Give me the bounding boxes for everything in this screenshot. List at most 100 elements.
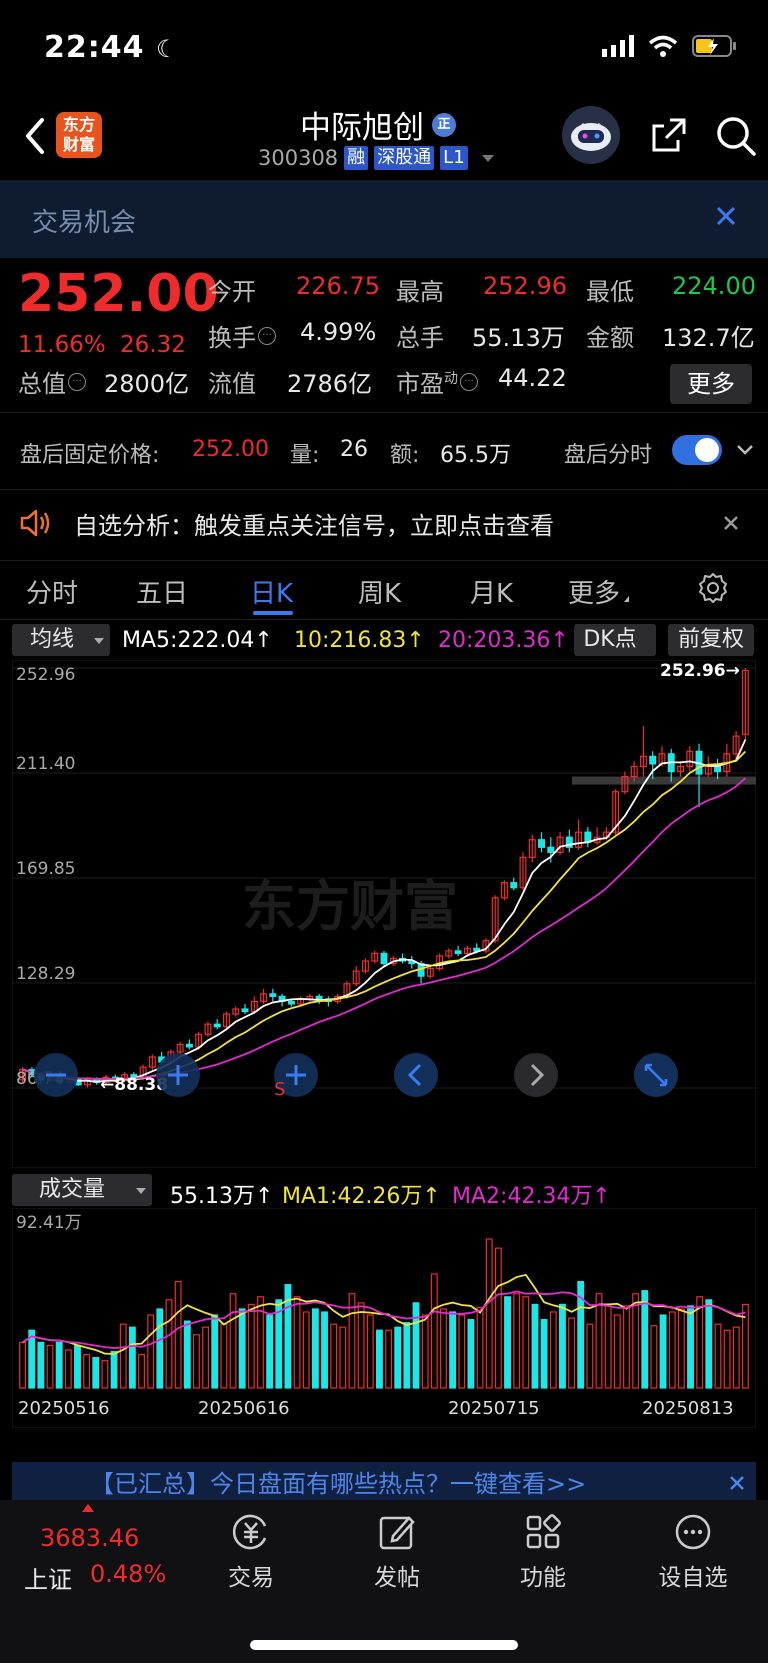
tab-monthly-k[interactable]: 月K [470,573,513,610]
share-icon[interactable] [648,114,690,156]
battery-icon [692,35,736,57]
chevron-down-icon[interactable] [736,441,754,459]
float-value: 2786亿 [287,370,373,398]
adjust-selector[interactable]: 前复权 [668,624,754,656]
after-hours-toggle[interactable] [672,435,722,465]
volume-bar [677,1308,685,1389]
after-hours-price: 252.00 [192,437,269,462]
volume-bar [165,1299,173,1389]
turnover-label[interactable]: 换手 ··· [208,318,276,353]
volume-bar [714,1323,722,1389]
search-icon[interactable] [714,114,758,158]
candle-body [241,1008,249,1013]
tab-more[interactable]: 更多 [568,573,630,610]
functions-button[interactable]: 功能 [498,1512,588,1592]
tag-connect: 深股通 [374,146,435,170]
info-icon[interactable]: ··· [68,373,86,391]
chevron-down-icon [481,154,494,162]
volume-bar [458,1314,466,1389]
volume-bar [138,1353,145,1389]
after-hours-amt: 65.5万 [440,443,511,468]
watermark-text: 东方财富 [242,875,458,938]
bottom-bar: 3683.46 上证 0.48% 交易 发帖 功能 设自选 [0,1500,768,1663]
volume-selector[interactable]: 成交量 [12,1174,152,1206]
volume-bar [467,1318,475,1389]
volume-bar [513,1293,521,1389]
mcap-label[interactable]: 总值 ··· [18,364,86,399]
period-tabs: 分时 五日 日K 周K 月K 更多 [0,560,768,620]
scroll-right-button[interactable] [514,1053,558,1097]
volume-bar [476,1306,484,1389]
volume-bar [449,1311,457,1389]
dropdown-icon [94,638,104,644]
candle-body [547,846,555,853]
app-logo[interactable]: 东方 财富 [56,112,102,158]
volume-bar [211,1314,219,1389]
gear-icon[interactable] [696,571,730,605]
tab-timeshare[interactable]: 分时 [26,573,78,610]
zoom-out-button[interactable] [34,1053,78,1097]
analysis-notice[interactable]: 自选分析：触发重点关注信号，立即点击查看 [0,490,768,560]
info-icon[interactable]: ··· [258,327,276,345]
volume-bar [394,1326,402,1389]
stock-title[interactable]: 中际旭创 正 [300,102,456,147]
robot-assistant-icon[interactable] [562,106,620,164]
close-icon[interactable] [720,512,742,534]
volume-bar [494,1247,502,1389]
zoom-in-button[interactable] [156,1053,200,1097]
index-pct: 0.48% [90,1560,167,1588]
active-tab-indicator [253,611,293,615]
trade-opportunity-bar[interactable]: 交易机会 [0,180,768,258]
volume-bar [101,1360,109,1389]
dropdown-icon [624,596,630,602]
kline-chart[interactable]: 东方财富 252.96211.40169.85128.2986.74 252.9… [12,660,756,1168]
after-hours-vol: 26 [340,437,368,462]
after-hours-row: 盘后固定价格: 252.00 量: 26 额: 65.5万 盘后分时 [0,412,768,490]
volume-bar [595,1293,603,1389]
tab-daily-k[interactable]: 日K [250,573,293,610]
close-icon[interactable] [728,1474,746,1492]
more-button[interactable]: 更多 [670,364,752,404]
news-banner[interactable]: 【已汇总】今日盘面有哪些热点？一键查看>> [12,1462,756,1502]
candle-body [538,839,545,848]
back-icon[interactable] [18,112,54,160]
news-banner-text: 【已汇总】今日盘面有哪些热点？一键查看>> [90,1470,587,1498]
info-icon[interactable]: ··· [460,373,478,391]
trade-button[interactable]: 交易 [206,1512,296,1592]
after-hours-amt-label: 额: [390,443,420,468]
open-label: 今开 [208,278,256,306]
volume-bar [64,1349,72,1389]
ma-selector[interactable]: 均线 [12,624,110,656]
low-value: 224.00 [672,272,756,300]
tab-five-day[interactable]: 五日 [136,573,188,610]
amount-value: 132.7亿 [662,324,755,352]
add-watchlist-button[interactable]: 设自选 [648,1512,738,1592]
turnover-value: 4.99% [300,318,377,346]
volume-bar [330,1323,338,1389]
volume-chart[interactable]: 92.41万 20250516 20250616 20250715 20250813 [12,1208,756,1428]
post-button[interactable]: 发帖 [352,1512,442,1592]
volume-bar [128,1326,136,1389]
fullscreen-button[interactable] [634,1053,678,1097]
volume-bar [586,1323,594,1389]
candle-body [649,755,657,765]
price-band [572,776,756,785]
volume-bar [37,1341,45,1389]
scroll-left-button[interactable] [394,1053,438,1097]
stock-code-row[interactable]: 300308 融 深股通 L1 [258,146,494,170]
tab-weekly-k[interactable]: 周K [358,573,401,610]
candle-body [510,882,518,889]
post-label: 发帖 [374,1565,420,1591]
y-tick-label: 252.96 [16,665,75,685]
volume-bar [46,1344,54,1389]
dk-point-selector[interactable]: DK点 [574,624,656,656]
tag-margin: 融 [344,146,369,170]
volume-bar [147,1314,155,1389]
candle-body [714,765,722,773]
volume-bar [366,1314,374,1389]
close-icon[interactable] [710,200,742,232]
volume-bar [19,1341,27,1389]
status-icons [602,34,738,58]
volume-bar [321,1311,328,1389]
pe-label[interactable]: 市盈动 ··· [396,364,478,399]
